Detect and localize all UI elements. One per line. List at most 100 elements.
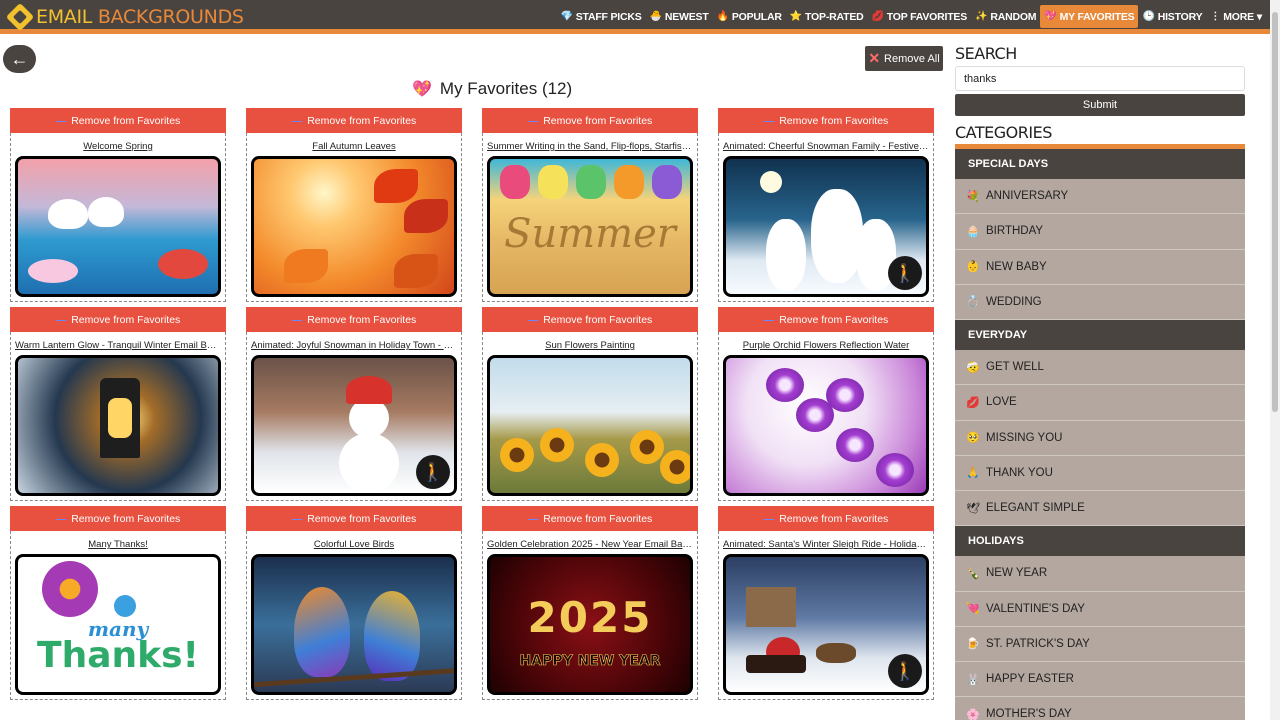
nav-icon: 🕒: [1142, 11, 1155, 22]
card-thumbnail[interactable]: many Thanks!: [15, 554, 221, 695]
category-item-missing-you[interactable]: 🥺 MISSING YOU: [955, 420, 1245, 456]
card-thumbnail[interactable]: 🚶: [251, 355, 457, 496]
category-item-mother-s-day[interactable]: 🌸 MOTHER'S DAY: [955, 697, 1245, 720]
card-thumbnail[interactable]: Summer: [487, 156, 693, 297]
card-thumbnail[interactable]: [15, 355, 221, 496]
search-heading: SEARCH: [955, 44, 1017, 63]
remove-from-favorites-button[interactable]: — Remove from Favorites: [482, 108, 698, 133]
category-item-thank-you[interactable]: 🙏 THANK YOU: [955, 455, 1245, 491]
remove-from-favorites-button[interactable]: — Remove from Favorites: [246, 506, 462, 531]
remove-label: Remove from Favorites: [543, 313, 653, 326]
remove-from-favorites-button[interactable]: — Remove from Favorites: [718, 307, 934, 332]
nav-item-top-favorites[interactable]: 💋 TOP FAVORITES: [868, 5, 972, 28]
back-button[interactable]: ←: [3, 45, 36, 73]
remove-from-favorites-button[interactable]: — Remove from Favorites: [482, 506, 698, 531]
remove-label: Remove from Favorites: [307, 313, 417, 326]
minus-icon: —: [55, 313, 67, 326]
category-item-love[interactable]: 💋 LOVE: [955, 385, 1245, 421]
remove-from-favorites-button[interactable]: — Remove from Favorites: [718, 506, 934, 531]
nav-icon: ⋮: [1210, 11, 1221, 22]
category-item-st-patrick-s-day[interactable]: 🍺 ST. PATRICK'S DAY: [955, 626, 1245, 662]
card-thumbnail[interactable]: [251, 156, 457, 297]
arrow-left-icon: ←: [10, 48, 29, 69]
card-body: Animated: Cheerful Snowman Family - Fest…: [718, 133, 934, 302]
card-thumbnail[interactable]: [487, 355, 693, 496]
thumb-year-text: 2025: [527, 593, 653, 642]
category-icon: 💐: [966, 190, 980, 203]
scrollbar-thumb[interactable]: [1272, 12, 1278, 412]
category-item-wedding[interactable]: 💍 WEDDING: [955, 284, 1245, 320]
card-title-link[interactable]: Animated: Joyful Snowman in Holiday Town…: [251, 340, 457, 354]
card-thumbnail[interactable]: [15, 156, 221, 297]
category-icon: 🍾: [966, 567, 980, 580]
card-title-link[interactable]: Welcome Spring: [15, 141, 221, 155]
page-title-text: My Favorites (12): [439, 79, 573, 98]
category-item-anniversary[interactable]: 💐 ANNIVERSARY: [955, 179, 1245, 215]
remove-from-favorites-button[interactable]: — Remove from Favorites: [246, 307, 462, 332]
category-item-birthday[interactable]: 🧁 BIRTHDAY: [955, 214, 1245, 250]
remove-from-favorites-button[interactable]: — Remove from Favorites: [718, 108, 934, 133]
submit-button[interactable]: Submit: [955, 94, 1245, 116]
card-title-link[interactable]: Warm Lantern Glow - Tranquil Winter Emai…: [15, 340, 221, 354]
nav-item-newest[interactable]: 🐣 NEWEST: [646, 5, 713, 28]
minus-icon: —: [527, 114, 539, 127]
minus-icon: —: [291, 512, 303, 525]
category-label: ANNIVERSARY: [986, 190, 1069, 203]
nav-label: HISTORY: [1157, 10, 1203, 23]
heart-icon: 💖: [412, 81, 432, 98]
remove-from-favorites-button[interactable]: — Remove from Favorites: [10, 307, 226, 332]
category-item-get-well[interactable]: 🤕 GET WELL: [955, 350, 1245, 386]
remove-from-favorites-button[interactable]: — Remove from Favorites: [10, 108, 226, 133]
search-input[interactable]: [955, 66, 1245, 91]
minus-icon: —: [291, 313, 303, 326]
category-item-happy-easter[interactable]: 🐰 HAPPY EASTER: [955, 662, 1245, 698]
nav-icon: 🔥: [716, 11, 729, 22]
category-item-valentine-s-day[interactable]: 💘 VALENTINE'S DAY: [955, 591, 1245, 627]
remove-label: Remove from Favorites: [779, 114, 889, 127]
card-title-link[interactable]: Animated: Santa's Winter Sleigh Ride - H…: [723, 539, 929, 553]
card-thumbnail[interactable]: [723, 355, 929, 496]
category-label: NEW BABY: [986, 260, 1047, 273]
card-title-link[interactable]: Purple Orchid Flowers Reflection Water: [723, 340, 929, 354]
card-title-link[interactable]: Fall Autumn Leaves: [251, 141, 457, 155]
nav-item-staff-picks[interactable]: 💎 STAFF PICKS: [556, 5, 645, 28]
card-title-link[interactable]: Many Thanks!: [15, 539, 221, 553]
nav-item-random[interactable]: ✨ RANDOM: [971, 5, 1040, 28]
card-body: Summer Writing in the Sand, Flip-flops, …: [482, 133, 698, 302]
card-body: Fall Autumn Leaves: [246, 133, 462, 302]
remove-from-favorites-button[interactable]: — Remove from Favorites: [482, 307, 698, 332]
remove-from-favorites-button[interactable]: — Remove from Favorites: [10, 506, 226, 531]
card-thumbnail[interactable]: 🚶: [723, 554, 929, 695]
remove-from-favorites-button[interactable]: — Remove from Favorites: [246, 108, 462, 133]
minus-icon: —: [55, 114, 67, 127]
animated-walker-icon: 🚶: [416, 455, 450, 489]
category-item-elegant-simple[interactable]: 🕊 ELEGANT SIMPLE: [955, 491, 1245, 527]
animated-walker-icon: 🚶: [888, 654, 922, 688]
card-title-link[interactable]: Golden Celebration 2025 - New Year Email…: [487, 539, 693, 553]
remove-all-button[interactable]: ✕ Remove All: [865, 46, 943, 71]
nav-item-my-favorites[interactable]: 💖 MY FAVORITES: [1040, 5, 1139, 28]
card-title-link[interactable]: Animated: Cheerful Snowman Family - Fest…: [723, 141, 929, 155]
card-thumbnail[interactable]: 2025 HAPPY NEW YEAR: [487, 554, 693, 695]
nav-icon: ⭐: [789, 11, 803, 22]
category-item-new-year[interactable]: 🍾 NEW YEAR: [955, 556, 1245, 592]
nav-item-popular[interactable]: 🔥 POPULAR: [713, 5, 786, 28]
favorite-card: — Remove from Favorites Colorful Love Bird…: [246, 506, 462, 700]
nav-item-top-rated[interactable]: ⭐ TOP-RATED: [786, 5, 868, 28]
nav-item-more[interactable]: ⋮ MORE ▾: [1206, 5, 1266, 28]
page-scrollbar[interactable]: [1270, 0, 1280, 720]
category-icon: 🌸: [966, 708, 980, 720]
category-item-new-baby[interactable]: 👶 NEW BABY: [955, 249, 1245, 285]
card-title-link[interactable]: Summer Writing in the Sand, Flip-flops, …: [487, 141, 693, 155]
card-thumbnail[interactable]: [251, 554, 457, 695]
card-title-link[interactable]: Colorful Love Birds: [251, 539, 457, 553]
nav-item-history[interactable]: 🕒 HISTORY: [1138, 5, 1206, 28]
category-icon: 👶: [966, 261, 980, 274]
top-navbar: EMAIL BACKGROUNDS 💎 STAFF PICKS 🐣 NEWEST 🔥 PO…: [0, 0, 1280, 34]
card-thumbnail[interactable]: 🚶: [723, 156, 929, 297]
favorites-grid: — Remove from Favorites Welcome Spring — Rem…: [10, 108, 936, 708]
card-title-link[interactable]: Sun Flowers Painting: [487, 340, 693, 354]
category-icon: 💘: [966, 603, 980, 616]
category-icon: 🙏: [966, 467, 980, 480]
site-logo[interactable]: EMAIL BACKGROUNDS: [5, 2, 244, 32]
